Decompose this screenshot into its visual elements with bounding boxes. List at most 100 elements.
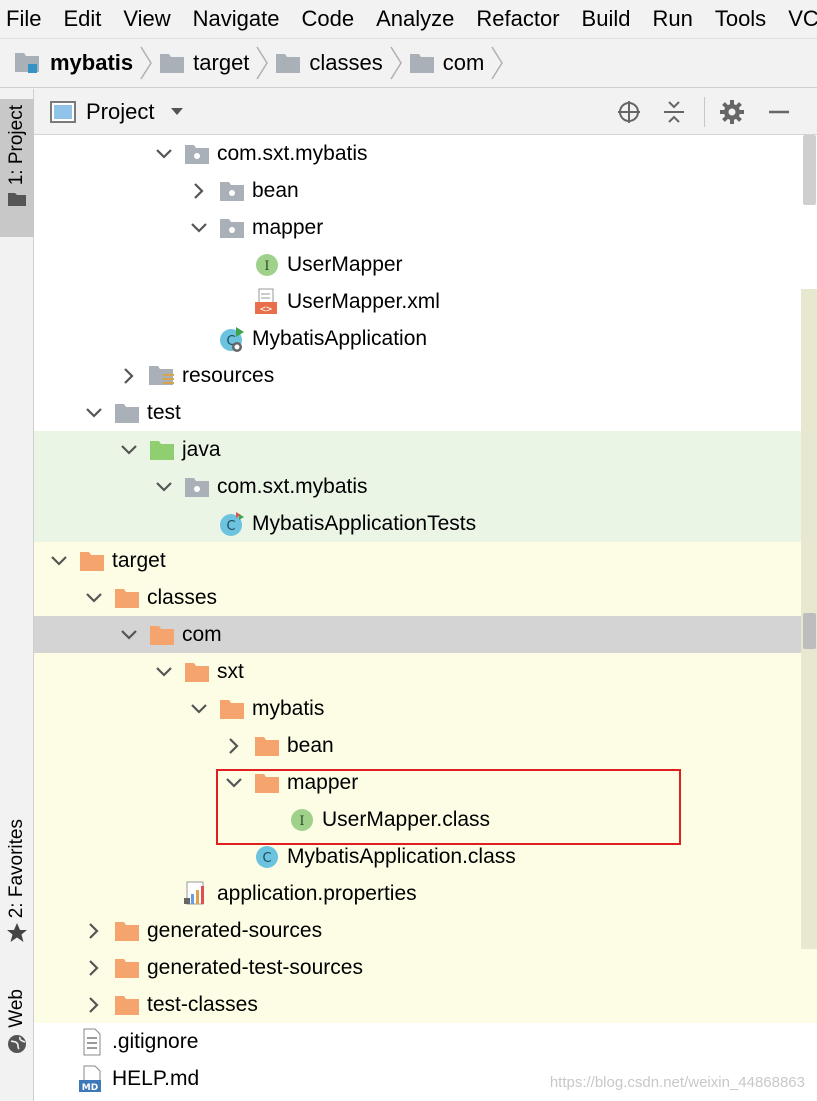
breadcrumb-classes[interactable]: classes: [275, 38, 383, 88]
chevron-down-icon[interactable]: [151, 474, 177, 500]
breadcrumb-separator-icon: [390, 46, 402, 80]
chevron-down-icon[interactable]: [151, 659, 177, 685]
breadcrumb-separator-icon: [491, 46, 504, 80]
tree-node[interactable]: C MybatisApplicationTests: [34, 505, 817, 542]
tree-node-label: MybatisApplicationTests: [252, 511, 477, 535]
menu-code[interactable]: Code: [291, 0, 366, 38]
tree-node[interactable]: generated-test-sources: [34, 949, 817, 986]
scroll-thumb[interactable]: [803, 135, 816, 205]
menu-view[interactable]: View: [112, 0, 181, 38]
package-icon: [183, 474, 211, 500]
chevron-right-icon[interactable]: [81, 992, 107, 1018]
tree-node[interactable]: application.properties: [34, 875, 817, 912]
tree-node-label: java: [182, 437, 221, 461]
tree-node[interactable]: com.sxt.mybatis: [34, 135, 817, 172]
vertical-scrollbar[interactable]: [801, 135, 817, 1101]
chevron-down-icon[interactable]: [186, 696, 212, 722]
chevron-right-icon[interactable]: [116, 363, 142, 389]
svg-text:C: C: [226, 519, 235, 534]
minimize-icon[interactable]: [764, 97, 794, 127]
tree-node-label: UserMapper: [287, 252, 403, 276]
excluded-folder-icon: [113, 918, 141, 944]
menu-tools[interactable]: Tools: [704, 0, 777, 38]
xml-file-icon: <>: [253, 288, 281, 315]
chevron-right-icon[interactable]: [221, 733, 247, 759]
interface-icon: I: [253, 252, 281, 278]
tree-node-label: UserMapper.xml: [287, 289, 440, 313]
chevron-right-icon[interactable]: [81, 918, 107, 944]
menu-vcs[interactable]: VCS: [777, 0, 817, 38]
breadcrumb-mybatis[interactable]: mybatis: [14, 38, 133, 88]
menu-edit[interactable]: Edit: [52, 0, 112, 38]
tree-node-label: bean: [287, 733, 334, 757]
tree-node[interactable]: java: [34, 431, 817, 468]
text-file-icon: [78, 1028, 106, 1055]
tree-node-label: application.properties: [217, 881, 417, 905]
tree-node[interactable]: mapper: [34, 764, 817, 801]
chevron-down-icon[interactable]: [151, 141, 177, 167]
chevron-down-icon[interactable]: [81, 400, 107, 426]
collapse-all-icon[interactable]: [659, 97, 689, 127]
web-tool-tab[interactable]: Web: [0, 989, 34, 1069]
tree-node[interactable]: mapper: [34, 209, 817, 246]
breadcrumb-com[interactable]: com: [409, 38, 484, 88]
excluded-folder-icon: [113, 955, 141, 981]
star-icon: [7, 923, 27, 943]
tree-node[interactable]: generated-sources: [34, 912, 817, 949]
menu-analyze[interactable]: Analyze: [365, 0, 465, 38]
svg-text:<>: <>: [260, 304, 272, 315]
view-dropdown-icon[interactable]: [170, 107, 184, 117]
excluded-folder-icon: [113, 585, 141, 611]
tree-node-label: com.sxt.mybatis: [217, 141, 368, 165]
tree-node[interactable]: I UserMapper: [34, 246, 817, 283]
tree-node[interactable]: target: [34, 542, 817, 579]
tree-node[interactable]: .gitignore: [34, 1023, 817, 1060]
gear-icon[interactable]: [717, 97, 747, 127]
tree-node[interactable]: test: [34, 394, 817, 431]
menu-refactor[interactable]: Refactor: [465, 0, 570, 38]
tree-node[interactable]: C MybatisApplication: [34, 320, 817, 357]
excluded-folder-icon: [253, 733, 281, 759]
menu-file[interactable]: File: [0, 0, 52, 38]
project-tree: com.sxt.mybatis bean mapper I UserMapper <> Us…: [34, 135, 817, 1101]
tree-node[interactable]: bean: [34, 172, 817, 209]
tree-node[interactable]: com.sxt.mybatis: [34, 468, 817, 505]
chevron-down-icon[interactable]: [116, 622, 142, 648]
module-folder-icon: [14, 51, 42, 75]
tree-node[interactable]: resources: [34, 357, 817, 394]
menu-navigate[interactable]: Navigate: [182, 0, 291, 38]
tree-node[interactable]: mybatis: [34, 690, 817, 727]
tree-node-label: com.sxt.mybatis: [217, 474, 368, 498]
class-icon: C: [253, 844, 281, 870]
tree-node[interactable]: sxt: [34, 653, 817, 690]
tree-node[interactable]: test-classes: [34, 986, 817, 1023]
chevron-right-icon[interactable]: [186, 178, 212, 204]
breadcrumb-target[interactable]: target: [159, 38, 249, 88]
menu-run[interactable]: Run: [641, 0, 703, 38]
tree-node-label: MybatisApplication.class: [287, 844, 516, 868]
chevron-down-icon[interactable]: [186, 215, 212, 241]
tree-node[interactable]: classes: [34, 579, 817, 616]
chevron-down-icon[interactable]: [46, 548, 72, 574]
tree-node[interactable]: I UserMapper.class: [34, 801, 817, 838]
chevron-down-icon[interactable]: [81, 585, 107, 611]
tree-node-label: .gitignore: [112, 1029, 199, 1053]
locate-file-icon[interactable]: [614, 97, 644, 127]
tree-node-label: mapper: [287, 770, 359, 794]
favorites-tool-tab[interactable]: 2: Favorites: [0, 819, 34, 959]
project-tool-tab[interactable]: 1: Project: [0, 99, 34, 237]
chevron-down-icon[interactable]: [221, 770, 247, 796]
chevron-right-icon[interactable]: [81, 955, 107, 981]
tree-node-label: sxt: [217, 659, 244, 683]
menu-build[interactable]: Build: [571, 0, 642, 38]
tree-node[interactable]: com: [34, 616, 817, 653]
tree-node[interactable]: <> UserMapper.xml: [34, 283, 817, 320]
chevron-down-icon[interactable]: [116, 437, 142, 463]
tree-node[interactable]: C MybatisApplication.class: [34, 838, 817, 875]
tree-node[interactable]: bean: [34, 727, 817, 764]
